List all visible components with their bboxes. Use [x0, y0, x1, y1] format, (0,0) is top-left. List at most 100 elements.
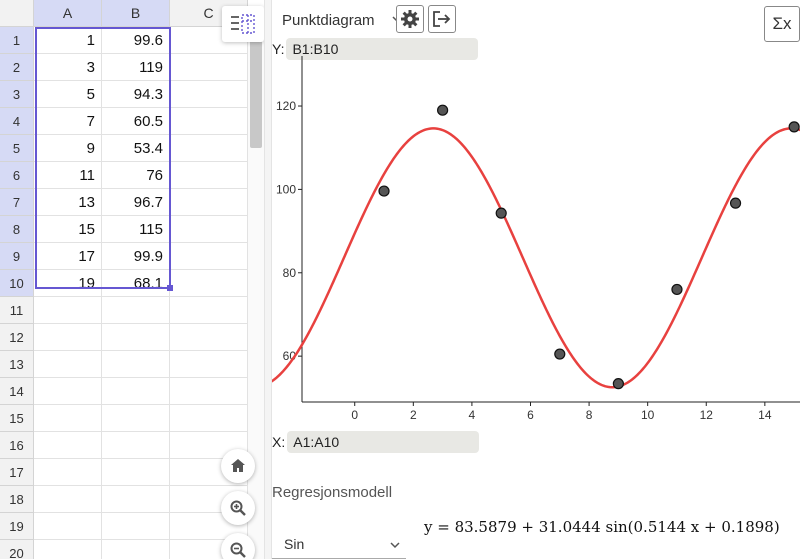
row-header[interactable]: 17 [0, 459, 34, 486]
table-cell[interactable]: 17 [34, 243, 102, 270]
zoom-in-button[interactable] [221, 491, 255, 525]
x-variable-field[interactable]: A1:A10 [287, 431, 480, 453]
x-variable-label: X: [272, 434, 286, 450]
row-header[interactable]: 6 [0, 162, 34, 189]
table-cell[interactable] [34, 513, 102, 540]
table-cell[interactable]: 1 [34, 27, 102, 54]
column-header-a[interactable]: A [34, 0, 102, 27]
table-cell[interactable] [102, 378, 170, 405]
table-cell[interactable] [34, 459, 102, 486]
sheet-corner[interactable] [0, 0, 34, 27]
table-cell[interactable]: 11 [34, 162, 102, 189]
row-header[interactable]: 1 [0, 27, 34, 54]
row-header[interactable]: 19 [0, 513, 34, 540]
sheet-scrollbar-thumb[interactable] [250, 30, 262, 148]
table-cell[interactable] [102, 459, 170, 486]
table-cell[interactable] [170, 324, 248, 351]
table-cell[interactable] [34, 351, 102, 378]
regression-model-dropdown[interactable]: Sin [272, 530, 406, 559]
table-cell[interactable]: 119 [102, 54, 170, 81]
table-cell[interactable]: 15 [34, 216, 102, 243]
table-cell[interactable] [170, 378, 248, 405]
table-cell[interactable] [170, 54, 248, 81]
zoom-out-button[interactable] [221, 533, 255, 559]
table-cell[interactable] [34, 297, 102, 324]
table-cell[interactable]: 99.9 [102, 243, 170, 270]
y-variable-label: Y: [272, 41, 285, 57]
table-cell[interactable]: 68.1 [102, 270, 170, 297]
table-cell[interactable]: 13 [34, 189, 102, 216]
row-header[interactable]: 2 [0, 54, 34, 81]
column-header-b[interactable]: B [102, 0, 170, 27]
row-header[interactable]: 5 [0, 135, 34, 162]
table-cell[interactable]: 7 [34, 108, 102, 135]
row-header[interactable]: 9 [0, 243, 34, 270]
table-cell[interactable]: 115 [102, 216, 170, 243]
table-cell[interactable] [170, 81, 248, 108]
table-cell[interactable] [34, 324, 102, 351]
row-header[interactable]: 20 [0, 540, 34, 559]
row-header[interactable]: 11 [0, 297, 34, 324]
table-cell[interactable] [102, 351, 170, 378]
panel-divider[interactable] [264, 0, 272, 559]
table-cell[interactable]: 9 [34, 135, 102, 162]
table-cell[interactable] [102, 540, 170, 559]
table-cell[interactable] [170, 297, 248, 324]
sheet-menu-button[interactable] [222, 6, 264, 42]
data-point [612, 378, 624, 390]
table-cell[interactable]: 96.7 [102, 189, 170, 216]
table-cell[interactable] [102, 405, 170, 432]
table-cell[interactable] [34, 378, 102, 405]
table-cell[interactable] [170, 270, 248, 297]
table-cell[interactable] [170, 162, 248, 189]
table-cell[interactable]: 5 [34, 81, 102, 108]
table-cell[interactable] [34, 432, 102, 459]
table-cell[interactable] [102, 432, 170, 459]
row-header[interactable]: 16 [0, 432, 34, 459]
table-cell[interactable] [34, 540, 102, 559]
settings-button[interactable] [396, 5, 424, 33]
row-header[interactable]: 7 [0, 189, 34, 216]
row-header[interactable]: 18 [0, 486, 34, 513]
scatter-plot[interactable]: 60801001200 2 4 6 8 10 12 14 [272, 56, 800, 428]
statistics-button[interactable]: Σx [764, 6, 800, 42]
row-header[interactable]: 3 [0, 81, 34, 108]
row-header[interactable]: 15 [0, 405, 34, 432]
row-header[interactable]: 10 [0, 270, 34, 297]
table-cell[interactable] [170, 135, 248, 162]
row-header[interactable]: 8 [0, 216, 34, 243]
export-button[interactable] [428, 5, 456, 33]
data-point [378, 185, 390, 197]
table-cell[interactable] [170, 189, 248, 216]
row-header[interactable]: 4 [0, 108, 34, 135]
table-cell[interactable] [170, 351, 248, 378]
row-header[interactable]: 12 [0, 324, 34, 351]
table-cell[interactable]: 3 [34, 54, 102, 81]
row-header[interactable]: 13 [0, 351, 34, 378]
table-cell[interactable] [102, 486, 170, 513]
row-header[interactable]: 14 [0, 378, 34, 405]
analysis-panel: Punktdiagram Σx Y: B1:B10 60 80 100 120 … [272, 0, 800, 559]
table-cell[interactable] [34, 486, 102, 513]
table-cell[interactable]: 94.3 [102, 81, 170, 108]
table-cell[interactable] [34, 405, 102, 432]
table-cell[interactable] [102, 297, 170, 324]
table-cell[interactable]: 60.5 [102, 108, 170, 135]
table-cell[interactable] [102, 513, 170, 540]
regression-formula: y = 83.5879 + 31.0444 sin(0.5144 x + 0.1… [424, 518, 780, 536]
data-point [554, 348, 566, 360]
table-cell[interactable]: 19 [34, 270, 102, 297]
plot-type-dropdown[interactable]: Punktdiagram [282, 6, 402, 34]
table-cell[interactable]: 53.4 [102, 135, 170, 162]
x-tick-label: 6 [527, 408, 534, 422]
table-cell[interactable]: 76 [102, 162, 170, 189]
table-cell[interactable] [170, 243, 248, 270]
selection-fill-handle[interactable] [167, 285, 173, 291]
home-button[interactable] [221, 449, 255, 483]
table-cell[interactable] [170, 405, 248, 432]
table-cell[interactable]: 99.6 [102, 27, 170, 54]
table-cell[interactable] [102, 324, 170, 351]
table-cell[interactable] [170, 108, 248, 135]
data-point [671, 283, 683, 296]
table-cell[interactable] [170, 216, 248, 243]
